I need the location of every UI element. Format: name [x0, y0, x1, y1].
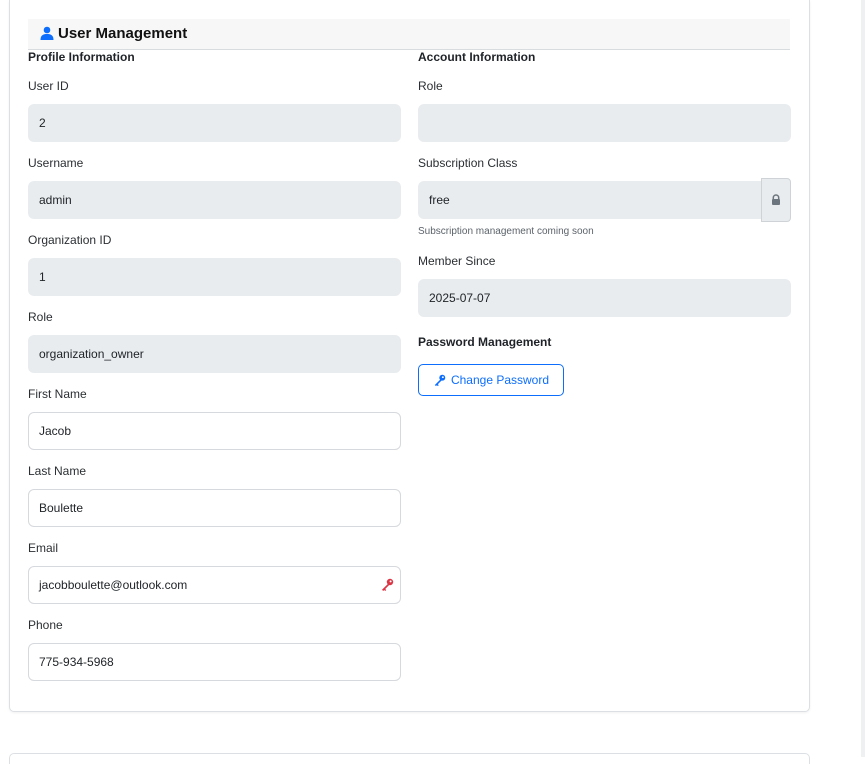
member-since-label: Member Since: [418, 254, 496, 268]
username-label: Username: [28, 156, 84, 170]
subscription-class-value: free: [429, 193, 450, 207]
lock-icon: [772, 194, 780, 205]
organization-id-field[interactable]: 1: [28, 258, 401, 296]
first-name-value: Jacob: [39, 424, 72, 438]
account-section-title: Account Information: [418, 50, 536, 64]
key-icon: [434, 374, 446, 386]
subscription-lock-addon: [761, 178, 791, 222]
user-id-field[interactable]: 2: [28, 104, 401, 142]
last-name-value: Boulette: [39, 501, 84, 515]
organization-id-label: Organization ID: [28, 233, 112, 247]
member-since-value: 2025-07-07: [429, 291, 491, 305]
profile-role-field[interactable]: organization_owner: [28, 335, 401, 373]
email-label: Email: [28, 541, 59, 555]
username-value: admin: [39, 193, 72, 207]
change-password-button[interactable]: Change Password: [418, 364, 564, 396]
change-password-label: Change Password: [450, 373, 550, 387]
scrollbar-track[interactable]: [861, 0, 865, 757]
profile-role-value: organization_owner: [39, 347, 144, 361]
phone-input[interactable]: 775-934-5968: [28, 643, 401, 681]
first-name-label: First Name: [28, 387, 87, 401]
first-name-input[interactable]: Jacob: [28, 412, 401, 450]
last-name-label: Last Name: [28, 464, 87, 478]
subscription-class-label: Subscription Class: [418, 156, 518, 170]
card-title: User Management: [58, 25, 188, 42]
last-name-input[interactable]: Boulette: [28, 489, 401, 527]
account-role-field[interactable]: [418, 104, 791, 142]
organization-id-value: 1: [39, 270, 46, 284]
profile-section-title: Profile Information: [28, 50, 135, 64]
profile-role-label: Role: [28, 310, 53, 324]
user-id-value: 2: [39, 116, 46, 130]
email-value: jacobboulette@outlook.com: [39, 578, 188, 592]
subscription-class-field[interactable]: free: [418, 181, 761, 219]
username-field[interactable]: admin: [28, 181, 401, 219]
phone-value: 775-934-5968: [39, 655, 114, 669]
card-header: User Management: [28, 19, 790, 50]
next-card-edge: [9, 753, 810, 764]
user-icon: [40, 26, 54, 40]
key-icon[interactable]: [380, 578, 394, 592]
email-input[interactable]: jacobboulette@outlook.com: [28, 566, 401, 604]
user-id-label: User ID: [28, 79, 69, 93]
password-management-title: Password Management: [418, 335, 552, 349]
account-role-label: Role: [418, 79, 443, 93]
subscription-help-text: Subscription management coming soon: [418, 226, 594, 237]
member-since-field[interactable]: 2025-07-07: [418, 279, 791, 317]
phone-label: Phone: [28, 618, 63, 632]
